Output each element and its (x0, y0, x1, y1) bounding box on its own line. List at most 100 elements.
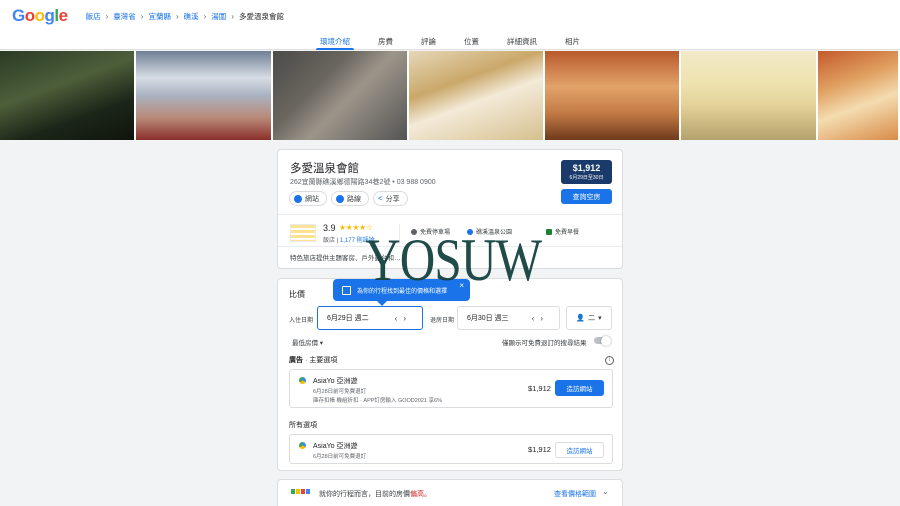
view-price-range-link[interactable]: 查看價格範圍 (554, 489, 596, 499)
checkout-date-value: 6月30日 週三 (467, 315, 509, 322)
offer-promo: 庫存扣帳 機組折扣 · APP訂房輸入 GOOD2021 享6% (313, 398, 442, 404)
photo-strip (0, 51, 900, 140)
hotel-photo[interactable] (273, 51, 407, 140)
hotel-description: 特色旅店提供主題客房、戶外露台和… (290, 255, 401, 262)
sponsored-title-text: · 主要選項 (303, 357, 338, 364)
website-button[interactable]: 網站 (289, 191, 327, 206)
directions-button[interactable]: 路線 (331, 191, 369, 206)
person-icon: 👤 (576, 315, 586, 322)
offer-price: $1,912 (528, 384, 551, 393)
globe-icon (294, 194, 302, 203)
breadcrumb-current: 多愛溫泉會館 (238, 11, 284, 21)
amenity-item: 免費停車場 (411, 227, 450, 236)
ad-tag: 廣告 (289, 357, 303, 364)
amenity-label: 免費停車場 (420, 230, 451, 236)
tips-tooltip: 為你的行程找到最佳的價格和選擇 × (333, 279, 470, 306)
price-insight-text: 就你的行程而言，目前的房價偏高。 (319, 489, 431, 499)
offer-provider: AsiaYo 亞洲遊 (313, 378, 358, 385)
offer-row[interactable]: AsiaYo 亞洲遊 6月28日前可免費退訂 $1,912 造訪網站 (289, 434, 613, 464)
google-logo[interactable]: Google (12, 6, 68, 26)
calendar-icon (342, 285, 351, 295)
rating-thumbnail (290, 224, 316, 242)
breadcrumb-item[interactable]: 臺灣省 (113, 11, 136, 22)
asiayo-logo-icon (299, 442, 306, 449)
hotel-photo[interactable] (818, 51, 898, 140)
tab-overview[interactable]: 環境介紹 (306, 32, 364, 50)
amenity-label: 礁溪溫泉公園 (476, 230, 513, 236)
checkin-label: 入住日期 (289, 318, 314, 324)
website-label: 網站 (305, 195, 319, 203)
share-label: 分享 (385, 195, 400, 203)
top-bar: Google 飯店 › 臺灣省 › 宜蘭縣 › 礁溪 › 湯圍 › 多愛溫泉會館 (0, 0, 900, 32)
tab-details[interactable]: 詳細資訊 (493, 32, 551, 50)
guests-selector[interactable]: 👤 二 ▾ (566, 306, 612, 330)
price-amount: $1,912 (572, 163, 601, 173)
visit-site-button[interactable]: 造訪網站 (555, 380, 604, 396)
price-insight-highlight: 偏高。 (410, 491, 431, 498)
hotel-photo[interactable] (0, 51, 134, 140)
tab-rates[interactable]: 房費 (364, 32, 407, 50)
price-dates: 6月29日至30日 (569, 175, 604, 181)
location-pin-icon (467, 228, 473, 235)
check-availability-button[interactable]: 查詢空房 (561, 189, 612, 204)
breadcrumb-item[interactable]: 湯圍 (211, 11, 226, 22)
tab-bar: 環境介紹 房費 評論 位置 詳細資訊 相片 (0, 32, 900, 50)
hotel-photo[interactable] (136, 51, 271, 140)
chevron-right-icon: › (175, 11, 179, 21)
parking-icon (411, 228, 417, 235)
hotel-name: 多愛溫泉會館 (290, 163, 359, 175)
logo-letter: o (24, 6, 35, 25)
share-icon: < (378, 193, 383, 203)
chevron-down-icon[interactable]: ⌄ (602, 487, 609, 496)
divider (399, 224, 400, 244)
free-cancel-toggle[interactable] (594, 335, 611, 346)
divider (278, 214, 622, 215)
date-arrows-icon[interactable]: ‹› (395, 314, 412, 323)
amenity-item: 礁溪溫泉公園 (467, 227, 512, 236)
chevron-down-icon: ▾ (598, 315, 602, 322)
directions-label: 路線 (347, 195, 361, 203)
logo-letter: G (12, 6, 25, 25)
amenity-item: 免費早餐 (546, 227, 579, 236)
amenity-label: 免費早餐 (555, 230, 580, 236)
sponsored-section-title: 廣告 · 主要選項 (289, 355, 337, 365)
price-insight-card: 就你的行程而言，目前的房價偏高。 查看價格範圍 ⌄ (277, 479, 623, 506)
offer-price: $1,912 (528, 445, 551, 454)
checkin-date-picker[interactable]: 6月29日 週二 ‹› (317, 306, 423, 330)
logo-letter: o (34, 6, 45, 25)
tab-photos[interactable]: 相片 (551, 32, 594, 50)
tab-location[interactable]: 位置 (450, 32, 493, 50)
date-arrows-icon[interactable]: ‹› (532, 314, 549, 323)
visit-site-button[interactable]: 造訪網站 (555, 442, 604, 458)
hotel-photo[interactable] (409, 51, 543, 140)
directions-icon (336, 194, 344, 203)
breadcrumb-item[interactable]: 宜蘭縣 (148, 11, 171, 22)
price-level-icon (291, 489, 310, 494)
hotel-class: 飯店 (323, 238, 336, 244)
review-count-link[interactable]: 1,177 則評論 (340, 238, 375, 244)
chevron-right-icon: › (140, 11, 144, 21)
rating-subtext: 飯店 | 1,177 則評論 (323, 238, 375, 244)
hotel-info-card: 多愛溫泉會館 262宜蘭縣礁溪鄉德陽路34巷2號 • 03 988 0900 網… (277, 149, 623, 269)
close-icon[interactable]: × (459, 281, 464, 290)
free-cancel-toggle-label: 僅顯示可免費退訂的搜尋結果 (502, 340, 587, 347)
checkout-label: 退房日期 (430, 318, 455, 324)
rating-value: 3.9 (323, 223, 336, 233)
hotel-photo[interactable] (545, 51, 679, 140)
info-icon[interactable]: i (605, 356, 614, 365)
hotel-photo[interactable] (681, 51, 816, 140)
offer-cancellation: 6月28日前可免費退訂 (313, 454, 367, 460)
chevron-right-icon: › (203, 11, 207, 21)
checkout-date-picker[interactable]: 6月30日 週三 ‹› (457, 306, 560, 330)
share-button[interactable]: < 分享 (373, 191, 408, 206)
tab-reviews[interactable]: 評論 (407, 32, 450, 50)
guests-value: 二 (588, 315, 596, 322)
offer-provider: AsiaYo 亞洲遊 (313, 443, 358, 450)
breadcrumb-item[interactable]: 礁溪 (184, 11, 199, 22)
checkin-date-value: 6月29日 週二 (327, 315, 369, 322)
offer-row[interactable]: AsiaYo 亞洲遊 6月28日前可免費退訂 庫存扣帳 機組折扣 · APP訂房… (289, 369, 613, 408)
breadcrumb-item[interactable]: 飯店 (86, 11, 101, 22)
offer-cancellation: 6月28日前可免費退訂 (313, 389, 367, 395)
sort-dropdown[interactable]: 最低房價 ▾ (292, 337, 323, 347)
price-summary[interactable]: $1,912 6月29日至30日 (561, 160, 612, 184)
